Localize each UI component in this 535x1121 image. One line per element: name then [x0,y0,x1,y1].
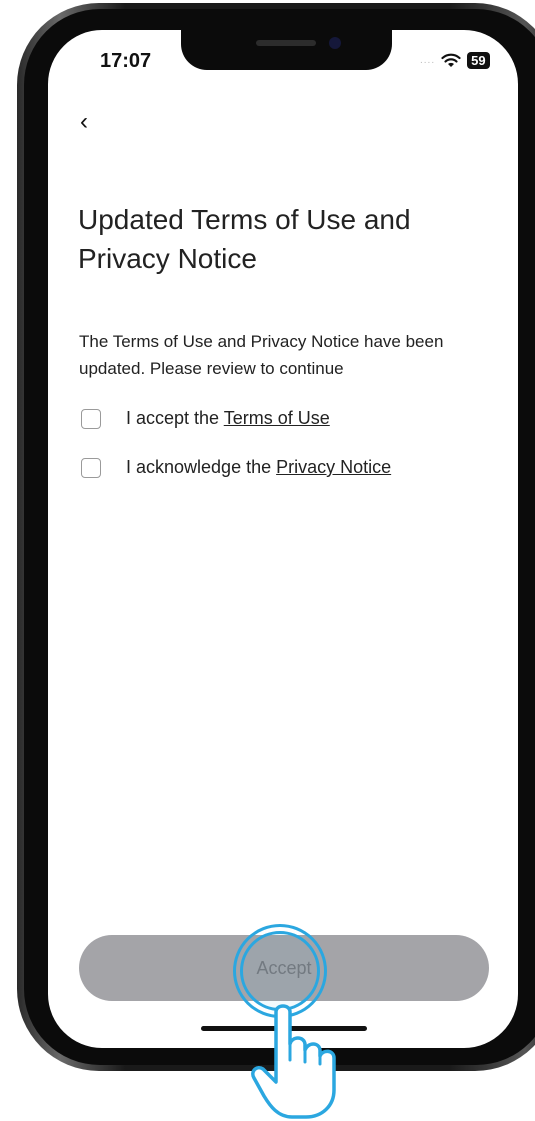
description-text: The Terms of Use and Privacy Notice have… [79,332,444,378]
page-title: Updated Terms of Use and Privacy Notice [78,204,411,274]
privacy-checkbox[interactable] [81,457,101,478]
notch [181,30,392,70]
phone-screen: 17:07 .... 59 ‹ Updated Terms of Use and… [48,30,518,1048]
battery-icon: 59 [467,52,490,69]
signal-dots: .... [420,55,436,66]
terms-of-use-link[interactable]: Terms of Use [224,408,330,428]
wifi-icon [441,53,461,67]
tap-indicator-inner-ring [240,931,320,1011]
status-time: 17:07 [100,50,152,72]
privacy-consent-prefix: I acknowledge the [126,457,277,477]
pointing-hand-icon [251,1004,336,1119]
terms-consent-label: I accept the Terms of Use [126,408,330,429]
status-indicators: .... 59 [420,52,490,69]
terms-consent-row: I accept the Terms of Use [81,408,330,429]
front-camera [329,37,341,49]
privacy-notice-link[interactable]: Privacy Notice [276,457,391,477]
privacy-consent-label: I acknowledge the Privacy Notice [126,457,391,478]
device-frame: 17:07 .... 59 ‹ Updated Terms of Use and… [0,0,535,1121]
terms-checkbox[interactable] [81,408,101,429]
speaker-grille [256,40,316,46]
back-button[interactable]: ‹ [80,108,88,136]
terms-consent-prefix: I accept the [126,408,224,428]
privacy-consent-row: I acknowledge the Privacy Notice [81,457,391,478]
